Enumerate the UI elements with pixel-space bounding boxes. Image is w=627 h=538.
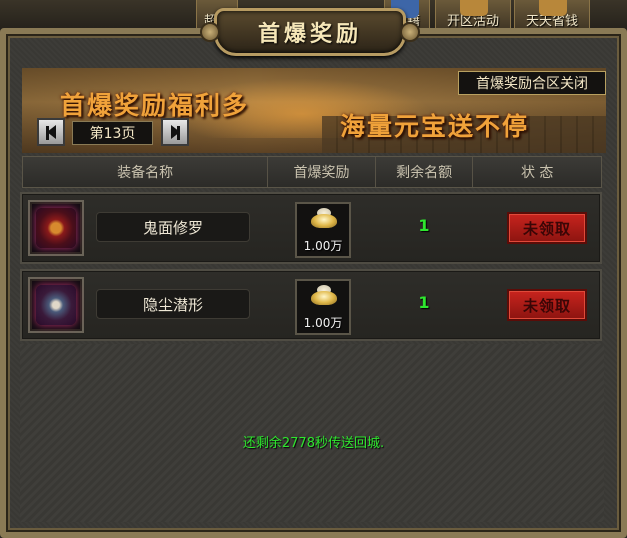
- remaining-count: 1: [418, 293, 430, 312]
- chest-icon: [460, 0, 488, 16]
- header-status: 状 态: [520, 165, 554, 181]
- next-bar: [177, 126, 180, 140]
- panel-title: 首爆奖励: [257, 21, 362, 47]
- header-remaining-slots: 剩余名额: [376, 157, 474, 187]
- reward-slot[interactable]: 1.00万: [295, 202, 351, 258]
- table-row: 隐尘潜形 1.00万 1 未领取: [20, 269, 602, 341]
- equipment-icon[interactable]: [28, 200, 84, 256]
- table-header: 装备名称 首爆奖励 剩余名额 状 态: [22, 156, 602, 188]
- merge-close-button[interactable]: 首爆奖励合区关闭: [458, 71, 606, 95]
- prev-bar: [46, 126, 49, 140]
- reward-slot[interactable]: 1.00万: [295, 279, 351, 335]
- header-first-drop-reward: 首爆奖励: [268, 157, 376, 187]
- status-unclaimed-stamp: 未领取: [507, 212, 587, 244]
- frame-ornament-right: [400, 22, 420, 42]
- reward-amount: 1.00万: [303, 316, 343, 330]
- equipment-name: 隐尘潜形: [96, 289, 250, 319]
- yuanbao-icon: [311, 214, 337, 228]
- stealth-armor-icon: [36, 285, 76, 325]
- frame-ornament-left: [200, 22, 220, 42]
- yuanbao-icon: [311, 291, 337, 305]
- reward-amount: 1.00万: [303, 239, 343, 253]
- banner-headline-right: 海量元宝送不停: [340, 112, 530, 141]
- mask-armor-icon: [36, 208, 76, 248]
- equipment-icon[interactable]: [28, 277, 84, 333]
- page-indicator: 第13页: [72, 121, 153, 145]
- table-row: 鬼面修罗 1.00万 1 未领取: [20, 192, 602, 264]
- panel-title-plaque: 首爆奖励: [214, 8, 406, 56]
- prev-page-button[interactable]: [37, 118, 65, 146]
- status-unclaimed-stamp: 未领取: [507, 289, 587, 321]
- equipment-name: 鬼面修罗: [96, 212, 250, 242]
- header-equipment-name: 装备名称: [23, 157, 269, 187]
- coin-bag-icon: [539, 0, 567, 16]
- return-city-countdown: 还剩余2778秒传送回城.: [242, 436, 385, 451]
- banner-headline-left: 首爆奖励福利多: [60, 91, 250, 120]
- next-page-button[interactable]: [161, 118, 189, 146]
- remaining-count: 1: [418, 216, 430, 235]
